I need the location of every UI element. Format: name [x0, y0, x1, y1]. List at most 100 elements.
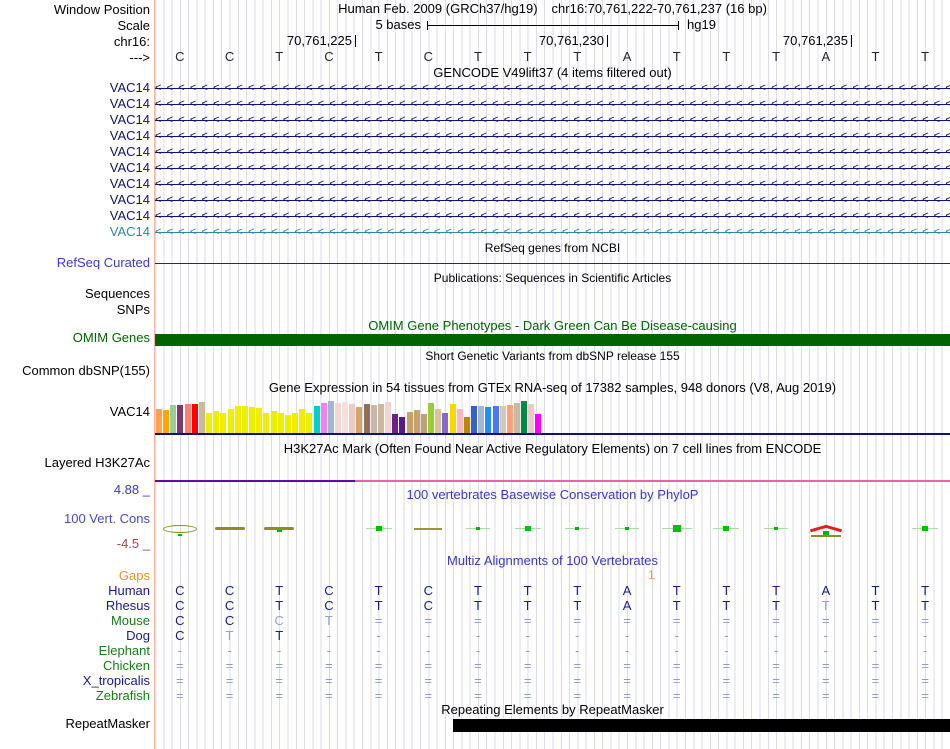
- multiz-alignment-cell: C: [225, 584, 234, 598]
- multiz-alignment-cell: T: [275, 599, 283, 613]
- multiz-alignment-cell: -: [923, 629, 927, 643]
- multiz-alignment-cell: -: [178, 644, 182, 658]
- multiz-alignment-cell: =: [176, 659, 184, 673]
- multiz-alignment-cell: C: [225, 614, 234, 628]
- multiz-alignment-cell: C: [175, 614, 184, 628]
- multiz-alignment-cell: -: [873, 644, 877, 658]
- multiz-species-label[interactable]: Rhesus: [0, 599, 150, 613]
- multiz-alignment-cell: T: [772, 599, 780, 613]
- multiz-alignment-cell: T: [722, 584, 730, 598]
- multiz-alignment-cell: T: [524, 599, 532, 613]
- multiz-alignment-cell: -: [476, 629, 480, 643]
- multiz-alignment-cell: T: [275, 629, 283, 643]
- multiz-alignment-cell: =: [375, 689, 383, 703]
- multiz-alignment-cell: T: [871, 599, 879, 613]
- multiz-alignment-cell: =: [673, 674, 681, 688]
- multiz-alignment-cell: =: [574, 689, 582, 703]
- multiz-alignment-cell: A: [623, 599, 632, 613]
- multiz-alignment-cell: C: [175, 629, 184, 643]
- multiz-alignment-cell: -: [774, 644, 778, 658]
- repeatmasker-element-bar[interactable]: [453, 719, 950, 732]
- multiz-alignment-cell: =: [921, 659, 929, 673]
- multiz-alignment-cell: T: [673, 584, 681, 598]
- multiz-alignment-cell: =: [772, 689, 780, 703]
- multiz-alignment-cell: =: [524, 674, 532, 688]
- multiz-alignment-cell: =: [176, 674, 184, 688]
- multiz-alignment-cell: =: [723, 674, 731, 688]
- multiz-alignment-cell: =: [772, 659, 780, 673]
- multiz-alignment-cell: =: [574, 674, 582, 688]
- multiz-alignment-cell: =: [723, 689, 731, 703]
- multiz-alignment-cell: -: [426, 644, 430, 658]
- multiz-alignment-cell: =: [474, 614, 482, 628]
- multiz-alignment-cell: =: [474, 674, 482, 688]
- multiz-alignment-cell: C: [424, 584, 433, 598]
- multiz-alignment-cell: =: [474, 689, 482, 703]
- multiz-alignment-track[interactable]: HumanCCTCTCTTTATTTATTRhesusCCTCTCTTTATTT…: [0, 0, 950, 749]
- multiz-alignment-cell: =: [921, 614, 929, 628]
- multiz-alignment-cell: =: [723, 614, 731, 628]
- multiz-species-label[interactable]: Zebrafish: [0, 689, 150, 703]
- multiz-alignment-cell: -: [575, 644, 579, 658]
- multiz-alignment-cell: =: [375, 674, 383, 688]
- multiz-alignment-cell: =: [226, 674, 234, 688]
- multiz-alignment-cell: T: [275, 584, 283, 598]
- multiz-alignment-cell: T: [226, 629, 234, 643]
- multiz-alignment-cell: =: [524, 614, 532, 628]
- multiz-alignment-cell: =: [872, 659, 880, 673]
- multiz-species-label[interactable]: Human: [0, 584, 150, 598]
- multiz-alignment-cell: =: [822, 689, 830, 703]
- multiz-alignment-cell: T: [921, 584, 929, 598]
- multiz-alignment-cell: -: [227, 644, 231, 658]
- multiz-alignment-cell: T: [722, 599, 730, 613]
- multiz-species-label[interactable]: Elephant: [0, 644, 150, 658]
- multiz-alignment-cell: =: [872, 614, 880, 628]
- multiz-alignment-cell: =: [623, 674, 631, 688]
- multiz-species-label[interactable]: Dog: [0, 629, 150, 643]
- multiz-alignment-cell: =: [623, 689, 631, 703]
- multiz-alignment-cell: T: [375, 599, 383, 613]
- multiz-alignment-cell: T: [524, 584, 532, 598]
- multiz-alignment-cell: =: [474, 659, 482, 673]
- multiz-alignment-cell: C: [225, 599, 234, 613]
- multiz-alignment-cell: -: [724, 629, 728, 643]
- multiz-alignment-cell: -: [625, 644, 629, 658]
- multiz-alignment-cell: =: [772, 674, 780, 688]
- multiz-species-label[interactable]: X_tropicalis: [0, 674, 150, 688]
- multiz-alignment-cell: =: [176, 689, 184, 703]
- multiz-alignment-cell: =: [226, 659, 234, 673]
- multiz-alignment-cell: =: [623, 659, 631, 673]
- track-label-repeatmasker[interactable]: RepeatMasker: [0, 717, 150, 731]
- multiz-alignment-cell: -: [426, 629, 430, 643]
- multiz-alignment-cell: T: [871, 584, 879, 598]
- multiz-alignment-cell: -: [525, 644, 529, 658]
- multiz-alignment-cell: -: [575, 629, 579, 643]
- multiz-species-label[interactable]: Chicken: [0, 659, 150, 673]
- multiz-alignment-cell: =: [822, 659, 830, 673]
- multiz-alignment-cell: -: [625, 629, 629, 643]
- genome-browser-image: Window Position Human Feb. 2009 (GRCh37/…: [0, 0, 950, 749]
- multiz-alignment-cell: C: [424, 599, 433, 613]
- multiz-alignment-cell: =: [325, 689, 333, 703]
- multiz-alignment-cell: -: [824, 644, 828, 658]
- multiz-alignment-cell: =: [673, 659, 681, 673]
- multiz-alignment-cell: =: [275, 674, 283, 688]
- multiz-alignment-cell: =: [375, 614, 383, 628]
- multiz-alignment-cell: -: [873, 629, 877, 643]
- multiz-alignment-cell: T: [822, 599, 830, 613]
- multiz-alignment-cell: -: [327, 629, 331, 643]
- multiz-alignment-cell: =: [424, 689, 432, 703]
- multiz-alignment-cell: T: [474, 599, 482, 613]
- multiz-alignment-cell: =: [574, 659, 582, 673]
- multiz-species-label[interactable]: Mouse: [0, 614, 150, 628]
- repeatmasker-track-title: Repeating Elements by RepeatMasker: [155, 703, 950, 717]
- multiz-alignment-cell: =: [921, 689, 929, 703]
- multiz-alignment-cell: C: [175, 584, 184, 598]
- multiz-alignment-cell: -: [824, 629, 828, 643]
- multiz-alignment-cell: =: [623, 614, 631, 628]
- multiz-alignment-cell: -: [675, 644, 679, 658]
- multiz-alignment-cell: A: [623, 584, 632, 598]
- multiz-alignment-cell: =: [822, 674, 830, 688]
- multiz-alignment-cell: -: [376, 629, 380, 643]
- multiz-alignment-cell: =: [673, 689, 681, 703]
